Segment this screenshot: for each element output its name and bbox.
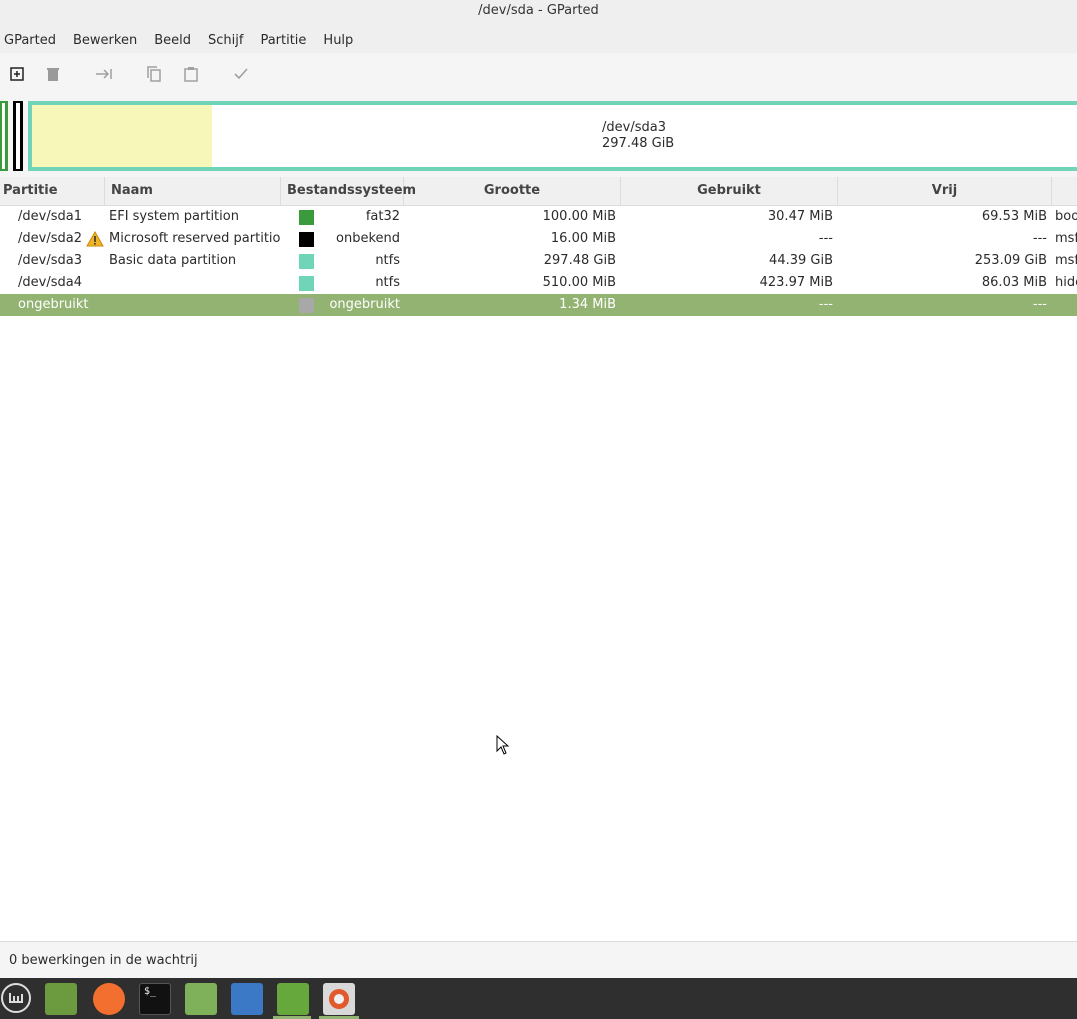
- files-icon[interactable]: [185, 983, 217, 1015]
- col-grootte[interactable]: Grootte: [404, 177, 621, 205]
- apply-icon[interactable]: [231, 64, 251, 84]
- menu-partitie[interactable]: Partitie: [256, 33, 314, 48]
- col-naam[interactable]: Naam: [105, 177, 281, 205]
- cell-partition: ongebruikt: [18, 297, 89, 312]
- cell-free: ---: [1032, 231, 1047, 246]
- cell-fs: ntfs: [375, 253, 400, 268]
- mail-icon[interactable]: [231, 983, 263, 1015]
- copy-icon[interactable]: [144, 64, 164, 84]
- menu-gparted[interactable]: GParted: [0, 33, 64, 48]
- cell-free: ---: [1032, 297, 1047, 312]
- mint-menu-icon[interactable]: [1, 983, 31, 1013]
- firefox-icon[interactable]: [93, 983, 125, 1015]
- col-gebruikt[interactable]: Gebruikt: [621, 177, 838, 205]
- taskbar: $_: [0, 978, 1077, 1019]
- table-row[interactable]: /dev/sda2 Microsoft reserved partition o…: [0, 228, 1077, 250]
- diskmap-sda3[interactable]: /dev/sda3 297.48 GiB: [28, 101, 1077, 171]
- cell-name: Basic data partition: [109, 253, 237, 268]
- mouse-cursor-icon: [496, 734, 510, 759]
- cell-partition: /dev/sda1: [18, 209, 82, 224]
- cell-name: EFI system partition: [109, 209, 239, 224]
- status-text: 0 bewerkingen in de wachtrij: [9, 953, 198, 968]
- diskmap-sda1[interactable]: [0, 101, 8, 171]
- col-vrij[interactable]: Vrij: [838, 177, 1052, 205]
- menu-bar: GParted Bewerken Beeld Schijf Partitie H…: [0, 28, 1077, 52]
- cell-used: ---: [818, 231, 833, 246]
- selected-partition-path: /dev/sda3: [602, 120, 666, 135]
- cell-flags: hide: [1055, 275, 1077, 290]
- cell-fs: ntfs: [375, 275, 400, 290]
- cell-used: 423.97 MiB: [759, 275, 833, 290]
- disk-map: /dev/sda3 297.48 GiB: [0, 95, 1077, 177]
- table-row[interactable]: /dev/sda4 ntfs 510.00 MiB 423.97 MiB 86.…: [0, 272, 1077, 294]
- spreadsheet-icon[interactable]: [277, 983, 309, 1015]
- cell-free: 86.03 MiB: [981, 275, 1047, 290]
- menu-beeld[interactable]: Beeld: [150, 33, 199, 48]
- table-row[interactable]: /dev/sda3 Basic data partition ntfs 297.…: [0, 250, 1077, 272]
- cell-size: 100.00 MiB: [542, 209, 616, 224]
- menu-hulp[interactable]: Hulp: [319, 33, 361, 48]
- cell-free: 253.09 GiB: [974, 253, 1047, 268]
- cell-fs: ongebruikt: [329, 297, 400, 312]
- cell-flags: msf: [1055, 253, 1077, 268]
- cell-size: 1.34 MiB: [559, 297, 616, 312]
- table-header: Partitie Naam Bestandssysteem Grootte Ge…: [0, 177, 1077, 206]
- table-row[interactable]: /dev/sda1 EFI system partition fat32 100…: [0, 206, 1077, 228]
- cell-partition: /dev/sda4: [18, 275, 82, 290]
- menu-schijf[interactable]: Schijf: [204, 33, 251, 48]
- toolbar: [0, 53, 1077, 95]
- cell-flags: boot: [1055, 209, 1077, 224]
- table-row-selected[interactable]: ongebruikt ongebruikt 1.34 MiB --- ---: [0, 294, 1077, 316]
- cell-used: 44.39 GiB: [769, 253, 833, 268]
- cell-free: 69.53 MiB: [981, 209, 1047, 224]
- col-bestandssysteem[interactable]: Bestandssysteem: [281, 177, 416, 205]
- gparted-icon[interactable]: [323, 983, 355, 1015]
- cell-name: Microsoft reserved partition: [109, 231, 281, 246]
- col-flags[interactable]: [1052, 177, 1077, 205]
- warning-icon: [86, 228, 104, 250]
- cell-flags: msf: [1055, 231, 1077, 246]
- cell-size: 510.00 MiB: [542, 275, 616, 290]
- window-title: /dev/sda - GParted: [0, 0, 1077, 22]
- fs-color-swatch: [299, 298, 314, 313]
- menu-bewerken[interactable]: Bewerken: [69, 33, 145, 48]
- paste-icon[interactable]: [181, 64, 201, 84]
- resize-move-icon[interactable]: [94, 64, 114, 84]
- used-space-bar: [32, 105, 212, 167]
- cell-size: 297.48 GiB: [543, 253, 616, 268]
- fs-color-swatch: [299, 232, 314, 247]
- selected-partition-size: 297.48 GiB: [602, 136, 675, 151]
- cell-size: 16.00 MiB: [550, 231, 616, 246]
- cell-fs: onbekend: [336, 231, 400, 246]
- fs-color-swatch: [299, 276, 314, 291]
- diskmap-sda2[interactable]: [13, 101, 23, 171]
- fs-color-swatch: [299, 254, 314, 269]
- status-bar: 0 bewerkingen in de wachtrij: [0, 941, 1077, 979]
- cell-used: ---: [818, 297, 833, 312]
- fs-color-swatch: [299, 210, 314, 225]
- new-partition-icon[interactable]: [7, 64, 27, 84]
- selected-partition-label: /dev/sda3 297.48 GiB: [602, 120, 674, 152]
- cell-fs: fat32: [365, 209, 400, 224]
- delete-icon[interactable]: [43, 64, 63, 84]
- cell-used: 30.47 MiB: [767, 209, 833, 224]
- cell-name: [109, 272, 279, 294]
- col-partitie[interactable]: Partitie: [0, 177, 105, 205]
- show-desktop-icon[interactable]: [45, 983, 77, 1015]
- cell-partition: /dev/sda3: [18, 253, 82, 268]
- terminal-icon[interactable]: $_: [139, 983, 171, 1015]
